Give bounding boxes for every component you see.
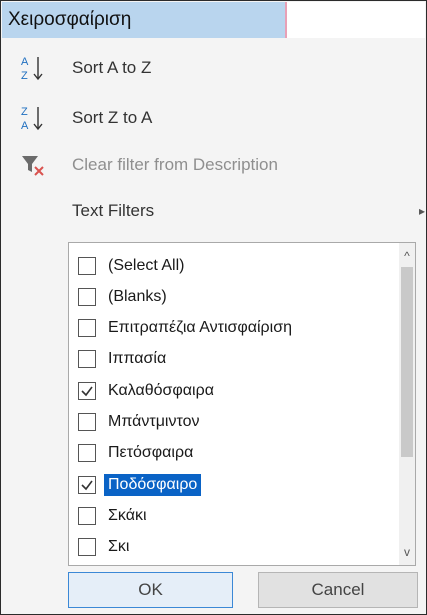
list-item[interactable]: Επιτραπέζια Αντισφαίριση: [69, 314, 399, 343]
list-item[interactable]: Ποδόσφαιρο: [69, 470, 399, 499]
checkbox-unchecked[interactable]: [78, 350, 96, 369]
column-header-title: Χειροσφαίριση: [8, 9, 132, 30]
checkbox-unchecked[interactable]: [78, 413, 96, 431]
sort-a-to-z-label: Sort A to Z: [72, 58, 152, 77]
clear-filter-label: Clear filter from Description: [72, 155, 278, 174]
sort-z-to-a-item[interactable]: Z A Sort Z to A: [2, 99, 425, 137]
checkbox-checked[interactable]: [78, 475, 96, 494]
list-item[interactable]: Πετόσφαιρα: [69, 439, 399, 468]
list-item-label: Σκάκι: [108, 506, 147, 524]
sort-a-to-z-item[interactable]: A Z Sort A to Z: [2, 49, 425, 87]
cancel-button[interactable]: Cancel: [258, 572, 418, 608]
list-item-label: Σκι: [108, 538, 130, 556]
list-item-label: Καλαθόσφαιρα: [108, 381, 214, 399]
svg-text:Z: Z: [21, 70, 28, 82]
list-item-label: Ιππασία: [108, 350, 167, 368]
list-item[interactable]: Σκι: [69, 533, 399, 562]
checkbox-unchecked[interactable]: [78, 538, 96, 557]
list-item-label: (Select All): [108, 256, 185, 274]
checkbox-unchecked[interactable]: [78, 506, 96, 525]
filter-values-list[interactable]: (Select All) (Blanks) Επιτραπέζια Αντισφαί…: [68, 242, 416, 566]
list-item[interactable]: (Select All): [69, 251, 399, 280]
clear-filter-icon: [22, 156, 44, 176]
checkbox-unchecked[interactable]: [78, 319, 96, 338]
checkmark-icon: [81, 386, 93, 396]
scroll-down-icon[interactable]: v: [399, 541, 415, 563]
checkmark-icon: [81, 480, 93, 490]
list-item-label: Πετόσφαιρα: [108, 444, 194, 462]
list-scrollbar[interactable]: ^ v: [399, 243, 415, 565]
column-header-cell[interactable]: Χειροσφαίριση: [2, 2, 287, 38]
text-filters-label: Text Filters: [72, 201, 155, 220]
scroll-up-icon[interactable]: ^: [399, 245, 415, 267]
list-item[interactable]: (Blanks): [69, 282, 399, 311]
sort-ascending-icon: A Z: [21, 56, 43, 82]
text-filters-item[interactable]: Text Filters ▸: [2, 192, 425, 230]
list-item[interactable]: Μπάντμιντον: [69, 408, 399, 437]
sort-z-to-a-label: Sort Z to A: [72, 108, 153, 127]
svg-text:A: A: [21, 56, 29, 68]
svg-text:A: A: [21, 120, 29, 132]
sort-descending-icon: Z A: [21, 106, 43, 132]
clear-filter-item[interactable]: Clear filter from Description: [2, 146, 425, 184]
ok-button[interactable]: OK: [68, 572, 233, 608]
list-item-label: (Blanks): [108, 287, 167, 305]
checkbox-checked[interactable]: [78, 381, 96, 400]
submenu-arrow-icon: ▸: [418, 204, 425, 218]
svg-text:Z: Z: [21, 106, 28, 118]
list-item[interactable]: Σκάκι: [69, 501, 399, 530]
checkbox-unchecked[interactable]: [78, 256, 96, 275]
checkbox-unchecked[interactable]: [78, 444, 96, 463]
list-item-label: Μπάντμιντον: [108, 413, 200, 430]
scrollbar-thumb[interactable]: [401, 267, 413, 457]
filter-dropdown: Χειροσφαίριση A Z Sort A to Z Z A Sort Z…: [0, 0, 427, 615]
checkbox-unchecked[interactable]: [78, 287, 96, 306]
adjacent-header-cell: [287, 2, 425, 38]
list-item-label: Ποδόσφαιρο: [102, 472, 203, 497]
list-item-label: Επιτραπέζια Αντισφαίριση: [108, 319, 292, 337]
list-item[interactable]: Καλαθόσφαιρα: [69, 376, 399, 405]
list-item[interactable]: Ιππασία: [69, 345, 399, 374]
